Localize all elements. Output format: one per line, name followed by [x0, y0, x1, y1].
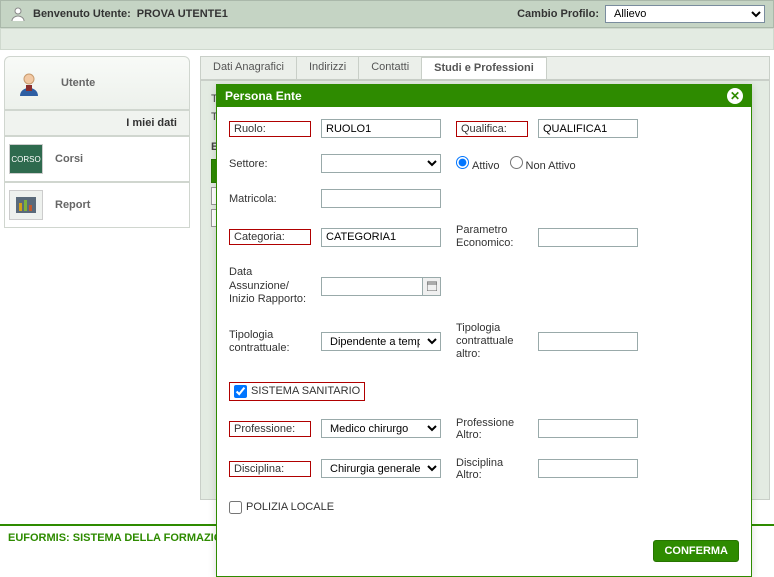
close-icon[interactable]: ✕: [727, 88, 743, 104]
footer-site: EUFORMIS: SISTEMA DELLA FORMAZIONE: [8, 532, 238, 544]
attivo-radios: Attivo Non Attivo: [456, 156, 638, 172]
welcome-block: Benvenuto Utente: PROVA UTENTE1: [9, 5, 228, 23]
select-disciplina[interactable]: Chirurgia generale: [321, 459, 441, 478]
input-param-econ[interactable]: [538, 228, 638, 247]
sidebar-item-label: Utente: [61, 77, 95, 89]
radio-non-attivo[interactable]: Non Attivo: [510, 156, 576, 172]
input-matricola[interactable]: [321, 189, 441, 208]
label-data-assunzione: Data Assunzione/ Inizio Rapporto:: [229, 266, 311, 306]
input-qualifica[interactable]: [538, 119, 638, 138]
sidebar: Utente I miei dati CORSO Corsi Report: [4, 56, 190, 228]
label-tipologia-contr-altro: Tipologia contrattuale altro:: [456, 322, 528, 362]
profile-select[interactable]: Allievo: [605, 5, 765, 23]
sidebar-item-report[interactable]: Report: [4, 182, 190, 228]
welcome-prefix: Benvenuto Utente:: [33, 8, 131, 20]
profile-label: Cambio Profilo:: [517, 8, 599, 20]
modal-title-text: Persona Ente: [225, 89, 302, 103]
content-area: Dati Anagrafici Indirizzi Contatti Studi…: [200, 56, 770, 516]
label-disciplina-altro: Disciplina Altro:: [456, 457, 528, 481]
label-param-econ: Parametro Economico:: [456, 224, 528, 250]
sidebar-sub-imieidati[interactable]: I miei dati: [4, 110, 190, 136]
sidebar-sub-label: I miei dati: [126, 117, 177, 129]
checkbox-sistema-sanitario[interactable]: [234, 385, 247, 398]
label-polizia-locale: POLIZIA LOCALE: [246, 501, 334, 513]
sidebar-item-utente[interactable]: Utente: [4, 56, 190, 110]
check-sistema-sanitario[interactable]: SISTEMA SANITARIO: [229, 382, 365, 401]
radio-attivo[interactable]: Attivo: [456, 156, 500, 172]
user-avatar-icon: [9, 68, 49, 98]
select-settore[interactable]: [321, 154, 441, 173]
report-icon: [9, 190, 43, 220]
calendar-icon[interactable]: [423, 277, 441, 296]
top-bar: Benvenuto Utente: PROVA UTENTE1 Cambio P…: [0, 0, 774, 28]
label-settore: Settore:: [229, 158, 311, 170]
label-matricola: Matricola:: [229, 193, 311, 205]
sidebar-item-label: Report: [55, 199, 90, 211]
sidebar-item-corsi[interactable]: CORSO Corsi: [4, 136, 190, 182]
sub-bar: [0, 28, 774, 50]
select-professione[interactable]: Medico chirurgo: [321, 419, 441, 438]
tab-dati-anagrafici[interactable]: Dati Anagrafici: [201, 57, 297, 79]
course-icon: CORSO: [9, 144, 43, 174]
user-icon: [9, 5, 27, 23]
input-tipologia-contr-altro[interactable]: [538, 332, 638, 351]
input-categoria[interactable]: [321, 228, 441, 247]
input-disciplina-altro[interactable]: [538, 459, 638, 478]
select-tipologia-contr[interactable]: Dipendente a tempo in: [321, 332, 441, 351]
tab-contatti[interactable]: Contatti: [359, 57, 422, 79]
input-professione-altro[interactable]: [538, 419, 638, 438]
welcome-username: PROVA UTENTE1: [137, 8, 228, 20]
tab-indirizzi[interactable]: Indirizzi: [297, 57, 359, 79]
tabs: Dati Anagrafici Indirizzi Contatti Studi…: [200, 56, 770, 80]
tab-studi-professioni[interactable]: Studi e Professioni: [422, 57, 547, 79]
checkbox-polizia-locale[interactable]: [229, 501, 242, 514]
profile-block: Cambio Profilo: Allievo: [517, 5, 765, 23]
label-professione-altro: Professione Altro:: [456, 417, 528, 441]
persona-ente-modal: Persona Ente ✕ Ruolo: Qualifica: Settore…: [216, 84, 752, 577]
input-ruolo[interactable]: [321, 119, 441, 138]
label-disciplina: Disciplina:: [229, 461, 311, 477]
check-polizia-locale[interactable]: POLIZIA LOCALE: [229, 501, 638, 514]
date-assunzione-wrap: [321, 277, 441, 296]
label-qualifica: Qualifica:: [456, 121, 528, 137]
label-ruolo: Ruolo:: [229, 121, 311, 137]
modal-titlebar: Persona Ente ✕: [217, 85, 751, 107]
sidebar-item-label: Corsi: [55, 153, 83, 165]
label-tipologia-contr: Tipologia contrattuale:: [229, 329, 311, 355]
label-sistema-sanitario: SISTEMA SANITARIO: [251, 385, 360, 397]
label-categoria: Categoria:: [229, 229, 311, 245]
confirm-button[interactable]: CONFERMA: [653, 540, 739, 562]
input-data-assunzione[interactable]: [321, 277, 423, 296]
label-professione: Professione:: [229, 421, 311, 437]
